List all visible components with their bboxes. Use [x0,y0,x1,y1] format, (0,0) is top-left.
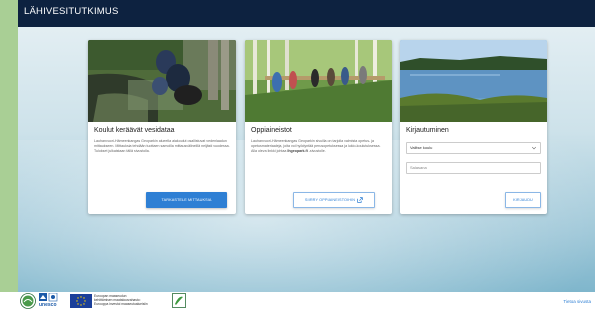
external-link-icon [357,197,363,203]
eu-funding-text: Euroopan maaseudun kehittämisen maatalou… [94,294,148,306]
password-field[interactable]: Salasana [406,162,541,174]
app-area: LÄHIVESITUTKIMUS Koulut keräävät vesidat… [18,0,595,292]
login-button[interactable]: KIRJAUDU [505,192,541,208]
left-side-panel [0,0,18,310]
eu-flag-icon [70,294,92,308]
card-title: Kirjautuminen [406,127,449,134]
card-description: Lauhanvuori-Hämeenkangas Geoparkin aluee… [94,139,230,153]
about-site-link[interactable]: Tietoa sivusta [563,299,591,304]
app-title[interactable]: LÄHIVESITUTKIMUS [24,6,119,17]
top-app-bar: LÄHIVESITUTKIMUS [18,0,595,27]
card-image-kids-at-pond [88,40,236,122]
geopark-logo-icon [20,293,36,309]
geopark-link-text: lhgeopark.fi [287,149,308,153]
card-login: Kirjautuminen Valitse koulu Salasana KIR… [400,40,547,214]
unesco-logo-icon: unesco [39,293,65,309]
go-to-materials-button[interactable]: SIIRRY OPPIAINEISTOIHIN [293,192,375,208]
card-description: Lauhanvuori-Hämeenkangas Geoparkin sivui… [251,139,381,153]
card-image-group-on-boardwalk [245,40,392,122]
card-water-data: Koulut keräävät vesidataa Lauhanvuori-Hä… [88,40,236,214]
card-learning-materials: Oppiaineistot Lauhanvuori-Hämeenkangas G… [245,40,392,214]
unesco-label: unesco [39,302,57,308]
school-select[interactable]: Valitse koulu [406,142,541,154]
view-measurements-button[interactable]: TARKASTELE MITTAUKSIA [146,192,227,208]
chevron-down-icon [531,146,537,150]
button-label: SIIRRY OPPIAINEISTOIHIN [304,198,356,202]
leader-logo-icon [172,293,186,308]
card-title: Koulut keräävät vesidataa [94,127,175,134]
card-image-lake [400,40,547,122]
card-title: Oppiaineistot [251,127,292,134]
school-select-value: Valitse koulu [410,145,433,150]
